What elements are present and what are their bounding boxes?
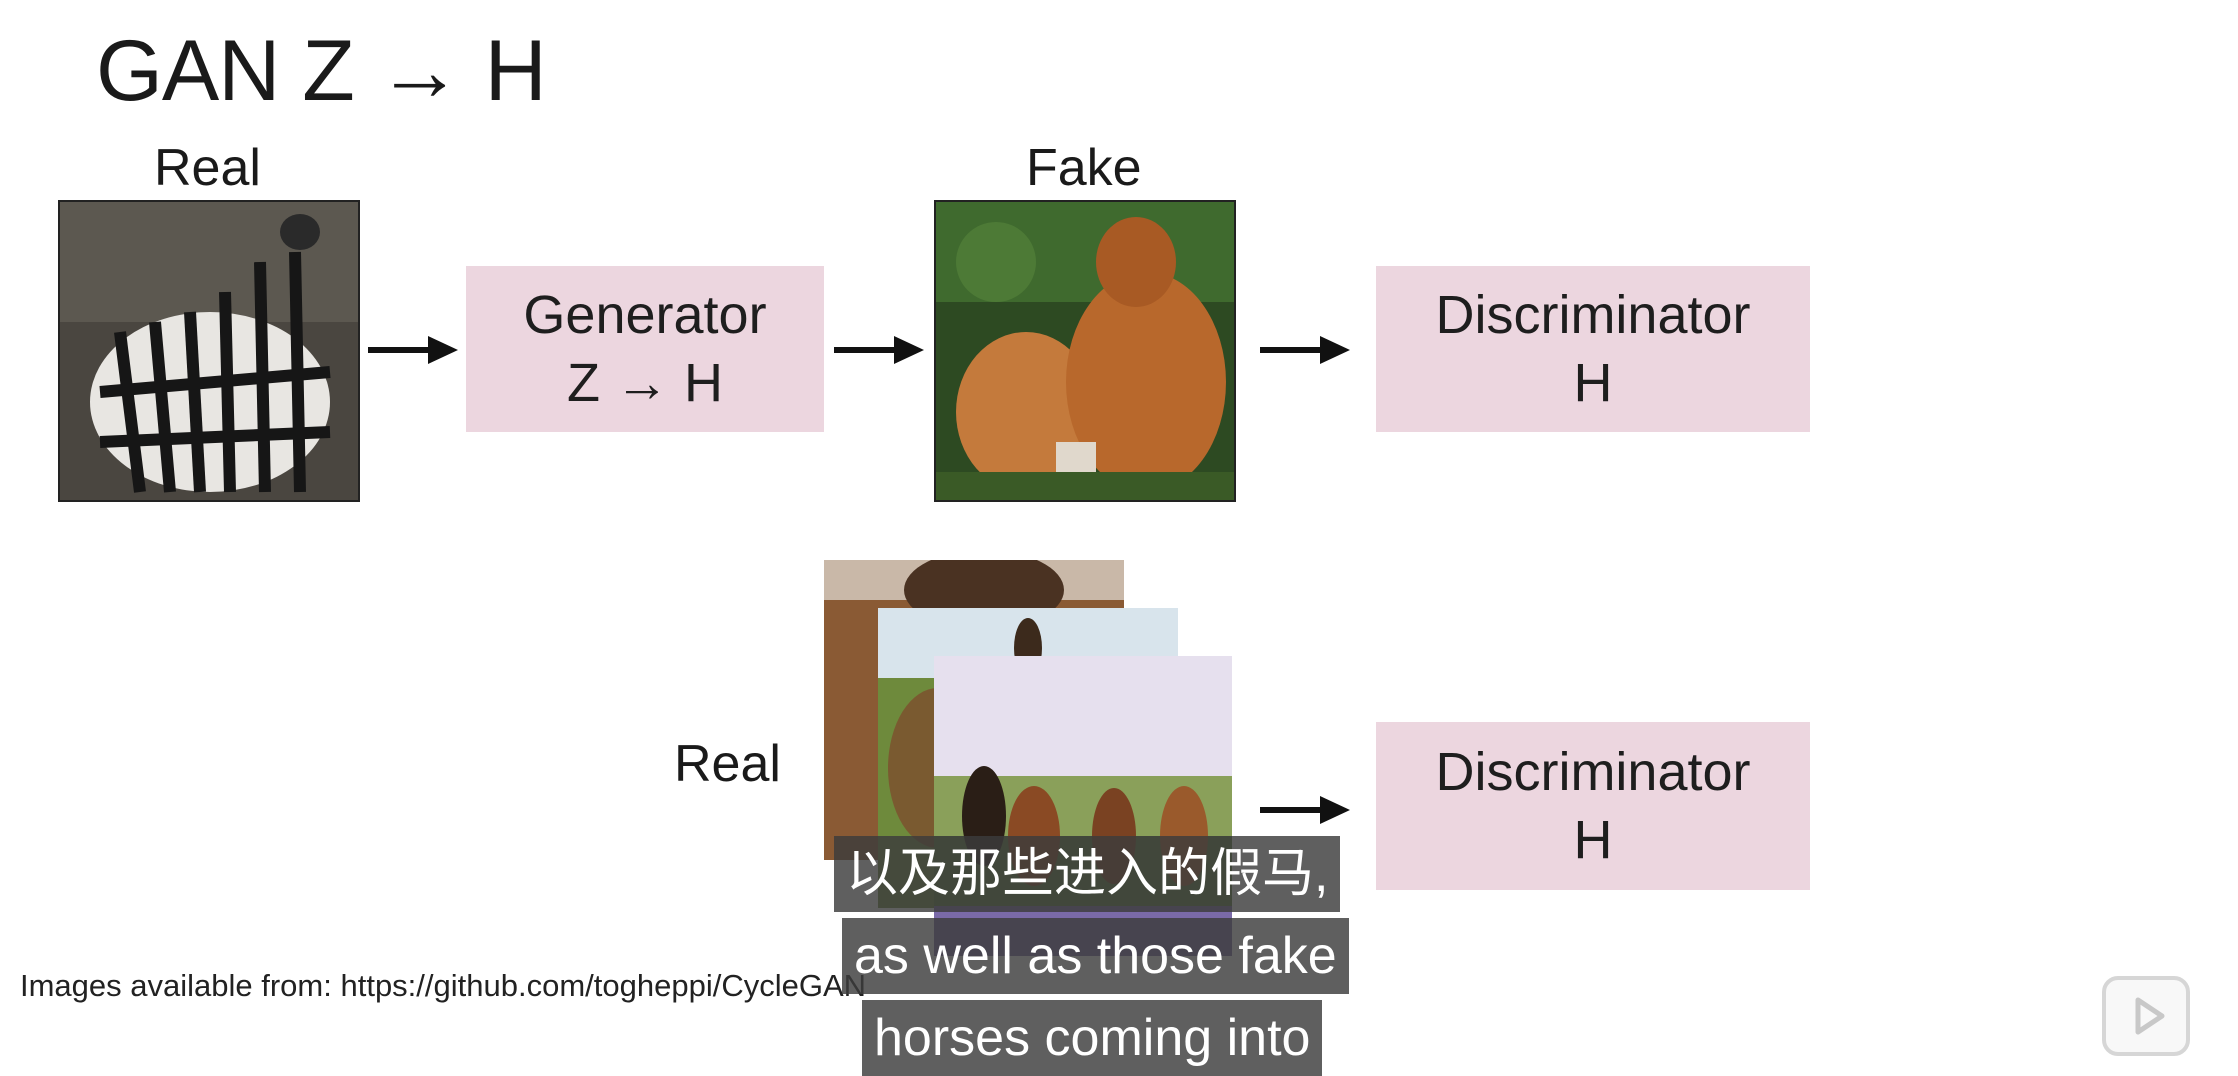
discriminator-box-bottom: Discriminator H	[1376, 722, 1810, 890]
slide-title: GAN Z → H	[96, 23, 547, 119]
real-label-top: Real	[154, 139, 261, 197]
discriminator-domain: H	[1573, 810, 1613, 870]
fake-label: Fake	[1026, 139, 1142, 197]
image-credit: Images available from: https://github.co…	[20, 968, 867, 1003]
arrow-right-icon	[834, 336, 924, 364]
real-zebra-image	[58, 200, 360, 502]
generator-box: Generator Z → H	[466, 266, 824, 432]
subtitle-chinese: 以及那些进入的假马,	[834, 836, 1341, 912]
generator-label: Generator	[523, 285, 767, 345]
discriminator-domain: H	[1573, 353, 1613, 413]
real-label-bottom: Real	[674, 735, 781, 793]
fake-horse-image	[934, 200, 1236, 502]
play-icon[interactable]	[2102, 976, 2190, 1056]
discriminator-box-top: Discriminator H	[1376, 266, 1810, 432]
arrow-right-icon	[1260, 796, 1350, 824]
arrow-right-icon	[1260, 336, 1350, 364]
arrow-right-icon	[368, 336, 458, 364]
discriminator-label: Discriminator	[1435, 285, 1751, 345]
subtitle-english-line1: as well as those fake	[842, 918, 1349, 994]
generator-mapping: Z → H	[567, 353, 723, 413]
subtitle-english-line2: horses coming into	[862, 1000, 1323, 1076]
discriminator-label: Discriminator	[1435, 742, 1751, 802]
